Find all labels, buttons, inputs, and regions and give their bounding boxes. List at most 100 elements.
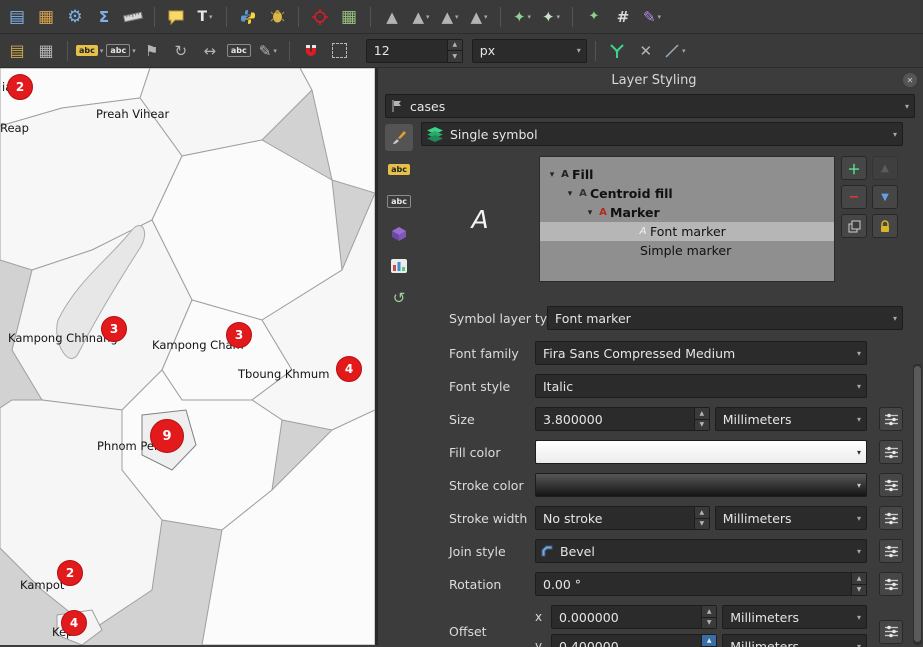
remove-x-icon[interactable]: ✕	[633, 38, 659, 64]
tracing-icon[interactable]	[327, 38, 353, 64]
remove-symbol-layer-button[interactable]: −	[841, 185, 867, 209]
label-change-icon[interactable]: ↔	[197, 38, 223, 64]
tree-item-simple-marker[interactable]: Simple marker	[540, 241, 834, 260]
snapping-magnet-icon[interactable]	[298, 38, 324, 64]
chevron-down-icon: ▾	[852, 441, 866, 463]
layer-select[interactable]: cases ▾	[385, 94, 915, 118]
font-style-select[interactable]: Italic ▾	[535, 374, 867, 398]
fill-color-button[interactable]: ▾	[535, 440, 867, 464]
label-callout-icon[interactable]: ✎▾	[255, 38, 281, 64]
georeferencer-target-icon[interactable]	[307, 4, 333, 30]
spinner-arrows[interactable]: ▲▼	[701, 635, 716, 647]
add-symbol-layer-button[interactable]: ＋	[841, 156, 867, 180]
cluster-marker: 4	[61, 610, 87, 636]
processing-gear-icon[interactable]: ⚙	[62, 4, 88, 30]
data-defined-override-button[interactable]	[879, 407, 903, 431]
statistics-sigma-icon[interactable]: Σ	[91, 4, 117, 30]
font-family-select[interactable]: Fira Sans Compressed Medium ▾	[535, 341, 867, 365]
label-rotate-icon[interactable]: ↻	[168, 38, 194, 64]
raster-calculator-icon[interactable]: ▦	[33, 4, 59, 30]
renderer-select[interactable]: Single symbol ▾	[421, 122, 903, 146]
snap-tolerance-spinbox[interactable]: 12 ▲▼	[366, 39, 463, 63]
check-geometries-icon[interactable]: ▦	[336, 4, 362, 30]
chevron-down-icon: ▾	[853, 349, 866, 358]
stroke-width-unit-select[interactable]: Millimeters ▾	[715, 506, 867, 530]
label-pin-icon[interactable]: abc▾	[76, 38, 103, 64]
duplicate-symbol-layer-button[interactable]	[841, 214, 867, 238]
processing-star-icon[interactable]: ✦	[581, 4, 607, 30]
data-defined-override-button[interactable]	[879, 572, 903, 596]
symbol-preview: A	[421, 156, 539, 282]
data-defined-override-button[interactable]	[879, 539, 903, 563]
manage-plugins-icon[interactable]	[264, 4, 290, 30]
symbol-layer-type-label: Symbol layer type	[449, 311, 547, 326]
expander-icon[interactable]: ▾	[546, 170, 558, 180]
tab-labels[interactable]: abc	[385, 156, 413, 183]
size-label: Size	[449, 412, 535, 427]
data-defined-override-button[interactable]	[879, 506, 903, 530]
data-defined-override-button[interactable]	[879, 440, 903, 464]
tab-3d-view[interactable]	[385, 220, 413, 247]
panel-title: Layer Styling	[611, 73, 696, 88]
topology-fork-icon[interactable]	[604, 38, 630, 64]
rotation-spinbox[interactable]: 0.00 ° ▲▼	[535, 572, 867, 596]
mesh-edit-icon[interactable]: ▲▾	[408, 4, 434, 30]
offset-y-spinbox[interactable]: 0.400000 ▲▼	[551, 634, 717, 647]
label-move-icon[interactable]: ⚑	[139, 38, 165, 64]
tab-history[interactable]: ↺	[385, 284, 413, 311]
stroke-color-button[interactable]: ▾	[535, 473, 867, 497]
tree-item-font-marker[interactable]: A Font marker	[540, 222, 834, 241]
tab-diagrams[interactable]	[385, 252, 413, 279]
label-highlight-icon[interactable]: abc▾	[106, 38, 135, 64]
panel-scrollbar[interactable]	[913, 364, 922, 645]
spinner-arrows[interactable]: ▲▼	[694, 507, 709, 529]
tree-item-centroid-fill[interactable]: ▾ A Centroid fill	[540, 184, 834, 203]
chevron-down-icon: ▾	[852, 474, 866, 496]
lock-color-button[interactable]	[872, 214, 898, 238]
join-style-select[interactable]: Bevel ▾	[535, 539, 867, 563]
close-icon[interactable]: ✕	[903, 73, 917, 87]
symbol-layer-type-select[interactable]: Font marker ▾	[547, 306, 903, 330]
layer-diagram-options-icon[interactable]: ▦	[33, 38, 59, 64]
measure-ruler-icon[interactable]	[120, 4, 146, 30]
attribute-table-icon[interactable]: ▤	[4, 4, 30, 30]
chevron-down-icon: ▾	[853, 415, 866, 424]
size-unit-select[interactable]: Millimeters ▾	[715, 407, 867, 431]
tree-item-fill[interactable]: ▾ A Fill	[540, 165, 834, 184]
offset-unit-select[interactable]: Millimeters ▾	[722, 605, 867, 629]
data-defined-override-button[interactable]	[879, 620, 903, 644]
spinner-arrows[interactable]: ▲▼	[694, 408, 709, 430]
data-defined-override-button[interactable]	[879, 473, 903, 497]
snap-units-select[interactable]: px ▾	[472, 39, 587, 63]
move-up-button[interactable]: ▲	[872, 156, 898, 180]
spinner-arrows[interactable]: ▲▼	[851, 573, 866, 595]
mesh-reindex-icon[interactable]: ▲▾	[437, 4, 463, 30]
spinner-arrows[interactable]: ▲▼	[701, 606, 716, 628]
mesh-tool-icon[interactable]: ▲	[379, 4, 405, 30]
map-tips-icon[interactable]	[163, 4, 189, 30]
spinner-arrows[interactable]: ▲▼	[447, 40, 462, 62]
stroke-width-spinbox[interactable]: No stroke ▲▼	[535, 506, 710, 530]
processing-history-icon[interactable]: ✦▾	[538, 4, 564, 30]
offset-x-spinbox[interactable]: 0.000000 ▲▼	[551, 605, 717, 629]
size-spinbox[interactable]: 3.800000 ▲▼	[535, 407, 710, 431]
map-label: Reap	[0, 121, 29, 135]
diagonal-line-icon[interactable]: ▾	[662, 38, 688, 64]
mesh-options-icon[interactable]: ▲▾	[466, 4, 492, 30]
label-curved-icon[interactable]: abc	[226, 38, 252, 64]
expander-icon[interactable]: ▾	[584, 208, 596, 218]
layer-labeling-options-icon[interactable]: ▤	[4, 38, 30, 64]
python-console-icon[interactable]	[235, 4, 261, 30]
move-down-button[interactable]: ▼	[872, 185, 898, 209]
processing-model-icon[interactable]: ✦▾	[509, 4, 535, 30]
grid-hash-icon[interactable]: #	[610, 4, 636, 30]
tab-masks[interactable]: abc	[385, 188, 413, 215]
vertex-editor-icon[interactable]: ✎▾	[639, 4, 665, 30]
tab-symbology[interactable]	[385, 124, 413, 151]
expander-icon[interactable]: ▾	[564, 189, 576, 199]
tree-item-marker[interactable]: ▾ A Marker	[540, 203, 834, 222]
scrollbar-thumb[interactable]	[914, 366, 921, 642]
map-canvas[interactable]: ia Reap Preah Vihear Kampong Chhnang Kam…	[0, 68, 375, 645]
offset-unit-select[interactable]: Millimeters ▾	[722, 634, 867, 647]
text-annotation-icon[interactable]: T▾	[192, 4, 218, 30]
